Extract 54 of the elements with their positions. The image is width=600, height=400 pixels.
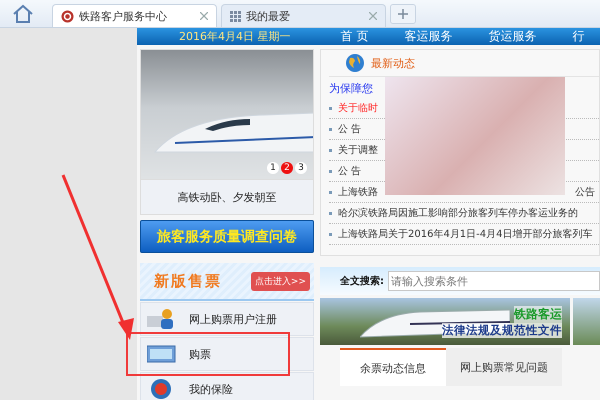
- news-title: 最新动态: [371, 56, 415, 70]
- bullet-icon: [329, 190, 332, 194]
- news-link-end: 公告: [575, 186, 595, 199]
- menu-label: 我的保险: [189, 382, 233, 396]
- computer-icon: [147, 343, 177, 365]
- law-banner[interactable]: 铁路客运 法律法规及规范性文件: [320, 298, 570, 345]
- browser-tab[interactable]: 铁路客户服务中心: [52, 4, 217, 27]
- globe-icon: [345, 53, 365, 73]
- bullet-icon: [329, 212, 332, 214]
- carousel-dot[interactable]: 1: [267, 162, 279, 174]
- nav-link[interactable]: 首 页: [322, 28, 386, 45]
- grid-icon: [230, 10, 241, 22]
- tab-title: 我的最爱: [246, 8, 291, 24]
- rail-logo-icon: [61, 10, 74, 22]
- banner-title: 铁路客运: [514, 306, 562, 322]
- nav-link[interactable]: 行: [554, 28, 600, 45]
- photo-placeholder: [573, 298, 600, 345]
- bullet-icon: [329, 148, 332, 152]
- menu-label: 购票: [189, 346, 211, 362]
- nav-link[interactable]: 客运服务: [386, 28, 470, 45]
- date-text: 2016年4月4日 星期一: [178, 29, 292, 44]
- info-tab[interactable]: 余票动态信息: [340, 348, 446, 386]
- close-icon[interactable]: [200, 12, 208, 20]
- nav-link[interactable]: 货运服务: [470, 28, 554, 45]
- search-label: 全文搜索:: [340, 274, 384, 288]
- carousel-caption: 高铁动卧、夕发朝至: [140, 180, 314, 215]
- news-link[interactable]: 关于临时: [338, 101, 378, 115]
- info-tab[interactable]: 网上购票常见问题: [446, 348, 562, 386]
- menu-item[interactable]: 购票: [140, 337, 314, 371]
- carousel-dot[interactable]: 3: [295, 162, 307, 174]
- ticketing-title: 新版售票: [154, 272, 222, 290]
- menu-label: 网上购票用户注册: [189, 312, 277, 326]
- bullet-icon: [329, 106, 332, 110]
- browser-tab[interactable]: 我的最爱: [221, 4, 386, 27]
- home-icon[interactable]: [12, 4, 34, 24]
- enter-button[interactable]: 点击进入>>: [250, 272, 310, 290]
- news-link[interactable]: 关于调整: [338, 143, 378, 157]
- carousel-dot[interactable]: 2: [281, 162, 293, 174]
- bullet-icon: [329, 128, 332, 130]
- menu-item[interactable]: 网上购票用户注册: [140, 302, 314, 336]
- bullet-icon: [329, 232, 332, 236]
- close-icon[interactable]: [369, 12, 377, 20]
- tab-title: 铁路客户服务中心: [79, 8, 168, 24]
- news-link[interactable]: 哈尔滨铁路局因施工影响部分旅客列车停办客运业务的: [338, 206, 578, 220]
- news-link[interactable]: 公 告: [338, 164, 362, 178]
- search-field[interactable]: 请输入搜索条件: [388, 271, 600, 291]
- menu-item[interactable]: 我的保险: [140, 372, 314, 400]
- news-link[interactable]: 公 告: [338, 122, 362, 136]
- banner-subtitle: 法律法规及规范性文件: [442, 322, 562, 338]
- bullet-icon: [329, 170, 332, 172]
- news-link[interactable]: 上海铁路: [338, 185, 378, 199]
- new-tab-icon[interactable]: [390, 4, 416, 24]
- news-intro[interactable]: 为保障您: [329, 81, 373, 96]
- news-link[interactable]: 上海铁路局关于2016年4月1日-4月4日增开部分旅客列车: [338, 227, 593, 241]
